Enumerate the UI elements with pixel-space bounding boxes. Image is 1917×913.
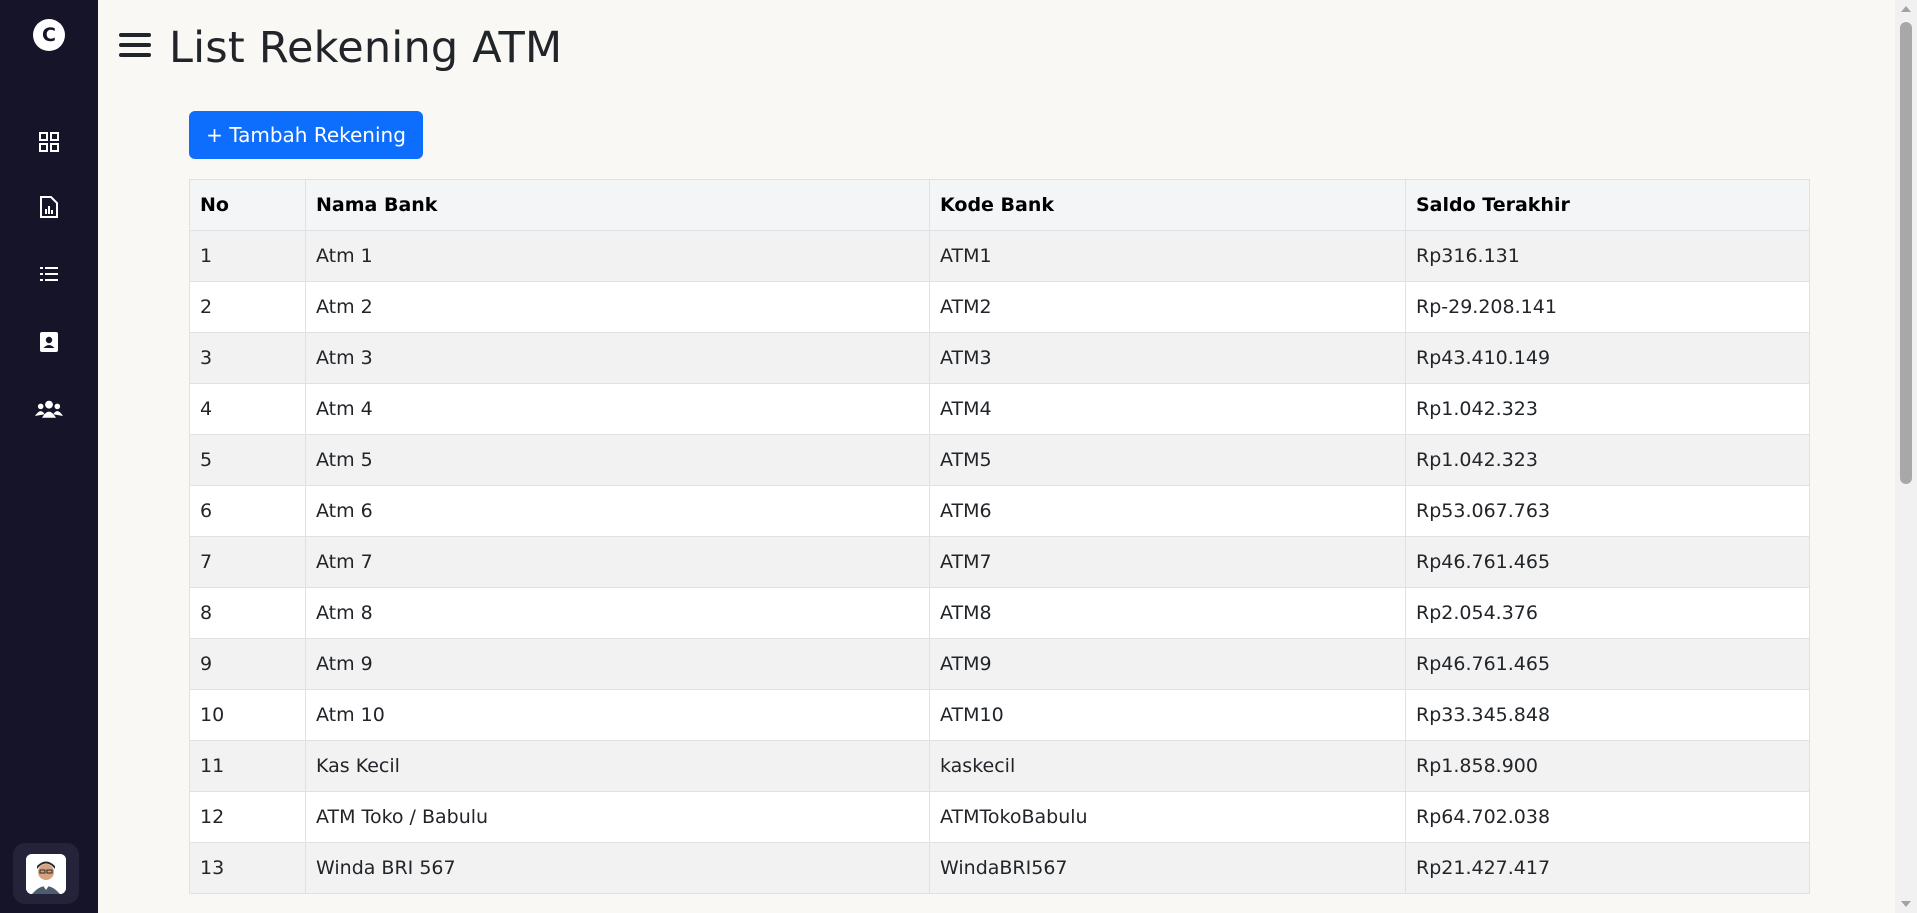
table-row[interactable]: 11 Kas Kecil kaskecil Rp1.858.900 <box>189 740 1810 792</box>
table-header-row: No Nama Bank Kode Bank Saldo Terakhir <box>189 179 1810 231</box>
accounts-table: No Nama Bank Kode Bank Saldo Terakhir 1 … <box>189 179 1810 894</box>
cell-bank-code: WindaBRI567 <box>929 842 1406 894</box>
app-logo[interactable]: C <box>33 19 65 51</box>
cell-bank-code: ATM10 <box>929 689 1406 741</box>
cell-bank-name: Winda BRI 567 <box>305 842 930 894</box>
cell-bank-code: ATM9 <box>929 638 1406 690</box>
dashboard-grid-icon[interactable] <box>35 128 63 156</box>
column-header-last-balance[interactable]: Saldo Terakhir <box>1405 179 1810 231</box>
cell-bank-name: Atm 8 <box>305 587 930 639</box>
cell-bank-code: ATM2 <box>929 281 1406 333</box>
cell-balance: Rp1.042.323 <box>1405 383 1810 435</box>
table-row[interactable]: 9 Atm 9 ATM9 Rp46.761.465 <box>189 638 1810 690</box>
cell-bank-name: Atm 4 <box>305 383 930 435</box>
cell-balance: Rp43.410.149 <box>1405 332 1810 384</box>
cell-bank-code: ATMTokoBabulu <box>929 791 1406 843</box>
cell-bank-code: ATM6 <box>929 485 1406 537</box>
scrollbar-thumb[interactable] <box>1900 22 1912 484</box>
cell-balance: Rp33.345.848 <box>1405 689 1810 741</box>
cell-bank-name: Atm 7 <box>305 536 930 588</box>
cell-balance: Rp316.131 <box>1405 230 1810 282</box>
cell-bank-name: Atm 5 <box>305 434 930 486</box>
table-row[interactable]: 2 Atm 2 ATM2 Rp-29.208.141 <box>189 281 1810 333</box>
table-row[interactable]: 12 ATM Toko / Babulu ATMTokoBabulu Rp64.… <box>189 791 1810 843</box>
cell-bank-code: ATM8 <box>929 587 1406 639</box>
cell-bank-name: ATM Toko / Babulu <box>305 791 930 843</box>
table-row[interactable]: 3 Atm 3 ATM3 Rp43.410.149 <box>189 332 1810 384</box>
cell-bank-code: ATM4 <box>929 383 1406 435</box>
cell-bank-code: kaskecil <box>929 740 1406 792</box>
cell-bank-code: ATM3 <box>929 332 1406 384</box>
cell-balance: Rp-29.208.141 <box>1405 281 1810 333</box>
contact-card-icon[interactable] <box>35 328 63 356</box>
cell-no: 10 <box>189 689 306 741</box>
cell-no: 11 <box>189 740 306 792</box>
cell-bank-name: Atm 3 <box>305 332 930 384</box>
cell-no: 3 <box>189 332 306 384</box>
cell-bank-name: Kas Kecil <box>305 740 930 792</box>
table-row[interactable]: 6 Atm 6 ATM6 Rp53.067.763 <box>189 485 1810 537</box>
scroll-up-icon[interactable] <box>1901 6 1911 12</box>
cell-balance: Rp1.858.900 <box>1405 740 1810 792</box>
page-title: List Rekening ATM <box>169 23 563 73</box>
cell-no: 7 <box>189 536 306 588</box>
cell-no: 13 <box>189 842 306 894</box>
cell-balance: Rp46.761.465 <box>1405 536 1810 588</box>
cell-no: 4 <box>189 383 306 435</box>
cell-bank-name: Atm 10 <box>305 689 930 741</box>
cell-balance: Rp53.067.763 <box>1405 485 1810 537</box>
user-avatar-icon <box>26 853 66 894</box>
cell-bank-code: ATM5 <box>929 434 1406 486</box>
column-header-bank-code[interactable]: Kode Bank <box>929 179 1406 231</box>
table-row[interactable]: 13 Winda BRI 567 WindaBRI567 Rp21.427.41… <box>189 842 1810 894</box>
column-header-bank-name[interactable]: Nama Bank <box>305 179 930 231</box>
cell-no: 5 <box>189 434 306 486</box>
cell-no: 9 <box>189 638 306 690</box>
cell-bank-code: ATM7 <box>929 536 1406 588</box>
user-profile-button[interactable] <box>13 843 79 904</box>
cell-no: 1 <box>189 230 306 282</box>
menu-toggle-icon[interactable] <box>119 33 151 61</box>
table-row[interactable]: 7 Atm 7 ATM7 Rp46.761.465 <box>189 536 1810 588</box>
table-row[interactable]: 1 Atm 1 ATM1 Rp316.131 <box>189 230 1810 282</box>
cell-no: 2 <box>189 281 306 333</box>
cell-bank-name: Atm 9 <box>305 638 930 690</box>
scroll-down-icon[interactable] <box>1901 901 1911 907</box>
cell-bank-code: ATM1 <box>929 230 1406 282</box>
cell-balance: Rp2.054.376 <box>1405 587 1810 639</box>
table-row[interactable]: 5 Atm 5 ATM5 Rp1.042.323 <box>189 434 1810 486</box>
cell-balance: Rp46.761.465 <box>1405 638 1810 690</box>
report-file-icon[interactable] <box>35 193 63 221</box>
sidebar: C <box>0 0 98 913</box>
cell-no: 6 <box>189 485 306 537</box>
accounts-table-wrapper: No Nama Bank Kode Bank Saldo Terakhir 1 … <box>189 179 1810 894</box>
cell-no: 8 <box>189 587 306 639</box>
table-row[interactable]: 10 Atm 10 ATM10 Rp33.345.848 <box>189 689 1810 741</box>
cell-balance: Rp64.702.038 <box>1405 791 1810 843</box>
cell-balance: Rp21.427.417 <box>1405 842 1810 894</box>
column-header-no[interactable]: No <box>189 179 306 231</box>
cell-bank-name: Atm 1 <box>305 230 930 282</box>
main-content: List Rekening ATM + Tambah Rekening No N… <box>98 0 1895 913</box>
table-row[interactable]: 4 Atm 4 ATM4 Rp1.042.323 <box>189 383 1810 435</box>
cell-bank-name: Atm 2 <box>305 281 930 333</box>
cell-bank-name: Atm 6 <box>305 485 930 537</box>
cell-no: 12 <box>189 791 306 843</box>
cell-balance: Rp1.042.323 <box>1405 434 1810 486</box>
list-icon[interactable] <box>35 260 63 288</box>
table-row[interactable]: 8 Atm 8 ATM8 Rp2.054.376 <box>189 587 1810 639</box>
vertical-scrollbar[interactable] <box>1895 0 1917 913</box>
logo-letter: C <box>42 23 56 46</box>
add-account-button[interactable]: + Tambah Rekening <box>189 111 423 159</box>
users-group-icon[interactable] <box>35 395 63 423</box>
